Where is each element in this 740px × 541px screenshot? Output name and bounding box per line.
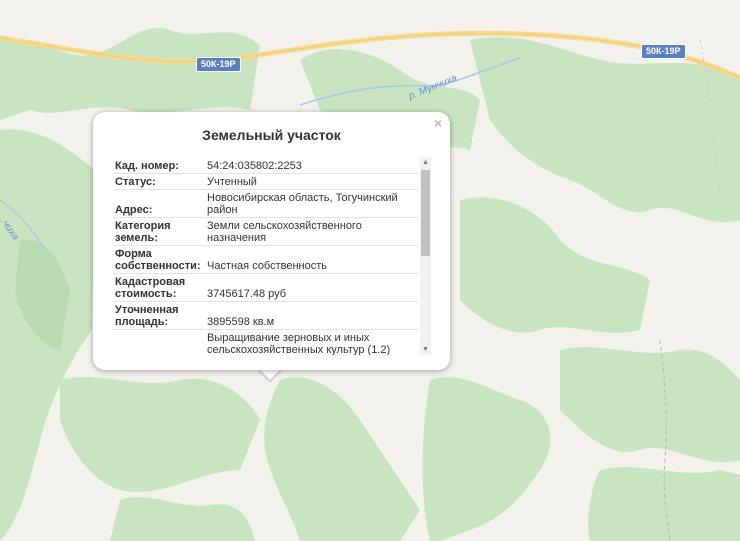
row-value: Выращивание зерновых и иных сельскохозяй… — [203, 329, 418, 355]
row-value: Учтенный — [203, 173, 418, 190]
table-row: Выращивание зерновых и иных сельскохозяй… — [113, 329, 418, 355]
table-row: Категория земель: Земли сельскохозяйстве… — [113, 217, 418, 246]
scroll-up-arrow-icon[interactable]: ▲ — [420, 157, 431, 168]
table-row: Кад. номер: 54:24:035802:2253 — [113, 157, 418, 174]
parcel-info-popup: × Земельный участок Кад. номер: 54:24:03… — [93, 112, 450, 370]
row-key: Адрес: — [113, 189, 203, 218]
row-value: 54:24:035802:2253 — [203, 157, 418, 174]
road-badge: 50К-19Р — [641, 44, 686, 59]
row-key: Категория земель: — [113, 217, 203, 246]
table-row: Адрес: Новосибирская область, Тогучински… — [113, 189, 418, 218]
road-badge: 50К-19Р — [196, 57, 241, 72]
parcel-attributes[interactable]: Кад. номер: 54:24:035802:2253 Статус: Уч… — [113, 157, 431, 355]
attributes-table: Кад. номер: 54:24:035802:2253 Статус: Уч… — [113, 157, 418, 355]
scrollbar[interactable]: ▲ ▼ — [420, 157, 431, 355]
row-key: Статус: — [113, 173, 203, 190]
popup-title: Земельный участок — [202, 127, 341, 143]
row-value: 3745617.48 руб — [203, 273, 418, 302]
table-row: Уточненная площадь: 3895598 кв.м — [113, 301, 418, 330]
row-key: Форма собственности: — [113, 245, 203, 274]
table-row: Форма собственности: Частная собственнос… — [113, 245, 418, 274]
row-key: Кад. номер: — [113, 157, 203, 174]
row-value: 3895598 кв.м — [203, 301, 418, 330]
scrollbar-thumb[interactable] — [421, 170, 430, 256]
row-key: Уточненная площадь: — [113, 301, 203, 330]
table-row: Кадастровая стоимость: 3745617.48 руб — [113, 273, 418, 302]
row-value: Новосибирская область, Тогучинский район — [203, 189, 418, 218]
table-row: Статус: Учтенный — [113, 173, 418, 190]
row-key — [113, 329, 203, 355]
row-value: Частная собственность — [203, 245, 418, 274]
scroll-down-arrow-icon[interactable]: ▼ — [420, 344, 431, 355]
row-key: Кадастровая стоимость: — [113, 273, 203, 302]
row-value: Земли сельскохозяйственного назначения — [203, 217, 418, 246]
